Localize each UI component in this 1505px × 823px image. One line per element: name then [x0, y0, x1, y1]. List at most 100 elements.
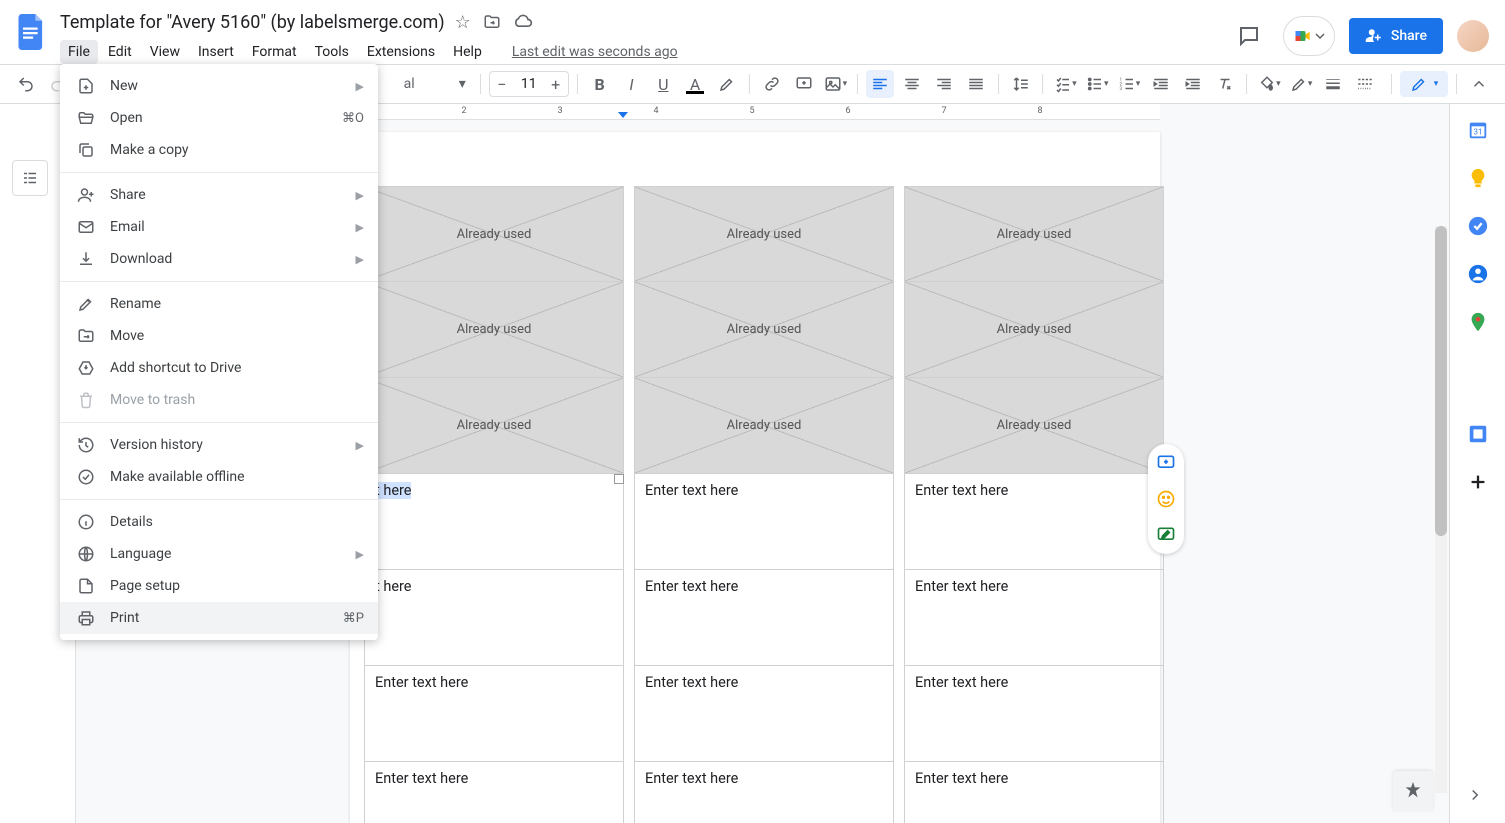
- checklist-icon[interactable]: ▾: [1051, 70, 1079, 98]
- menu-insert[interactable]: Insert: [190, 40, 242, 64]
- label-cell[interactable]: t here: [364, 474, 624, 570]
- addon-app-icon[interactable]: [1466, 422, 1490, 446]
- menu-help[interactable]: Help: [445, 40, 490, 64]
- label-cell[interactable]: Enter text here: [364, 762, 624, 823]
- label-cell[interactable]: Enter text here: [634, 666, 894, 762]
- label-cell[interactable]: Already used: [904, 282, 1164, 378]
- label-cell[interactable]: Enter text here: [904, 570, 1164, 666]
- font-family-dropdown[interactable]: al▾: [398, 70, 472, 98]
- user-avatar[interactable]: [1457, 20, 1489, 52]
- label-cell[interactable]: Enter text here: [904, 474, 1164, 570]
- label-cell[interactable]: Already used: [634, 282, 894, 378]
- bold-icon[interactable]: B: [586, 70, 614, 98]
- last-edit-link[interactable]: Last edit was seconds ago: [512, 44, 678, 60]
- label-cell[interactable]: Already used: [904, 378, 1164, 474]
- star-icon[interactable]: ☆: [455, 12, 471, 33]
- menu-format[interactable]: Format: [244, 40, 305, 64]
- editing-mode-button[interactable]: ▾: [1400, 71, 1449, 97]
- menu-tools[interactable]: Tools: [307, 40, 357, 64]
- explore-button[interactable]: [1393, 771, 1433, 811]
- border-color-icon[interactable]: ▾: [1287, 70, 1315, 98]
- label-cell[interactable]: Already used: [364, 186, 624, 282]
- border-style-icon[interactable]: [1351, 70, 1379, 98]
- text-color-icon[interactable]: A: [681, 70, 709, 98]
- move-folder-icon[interactable]: [483, 13, 501, 31]
- menu-new[interactable]: New▶: [60, 70, 378, 102]
- label-cell[interactable]: Enter text here: [634, 762, 894, 823]
- label-cell[interactable]: Already used: [634, 186, 894, 282]
- menu-rename[interactable]: Rename: [60, 288, 378, 320]
- undo-icon[interactable]: [12, 70, 40, 98]
- menu-make-a-copy[interactable]: Make a copy: [60, 134, 378, 166]
- decrease-indent-icon[interactable]: [1147, 70, 1175, 98]
- label-cell[interactable]: Enter text here: [364, 666, 624, 762]
- label-cell[interactable]: Already used: [364, 378, 624, 474]
- align-center-icon[interactable]: [898, 70, 926, 98]
- label-cell[interactable]: Enter text here: [634, 570, 894, 666]
- outline-toggle-icon[interactable]: [12, 160, 48, 196]
- menu-make-available-offline[interactable]: Make available offline: [60, 461, 378, 493]
- hide-side-panel-icon[interactable]: [1457, 777, 1493, 813]
- menu-language[interactable]: Language▶: [60, 538, 378, 570]
- font-size-decrease[interactable]: −: [490, 72, 514, 96]
- align-justify-icon[interactable]: [962, 70, 990, 98]
- bulleted-list-icon[interactable]: ▾: [1083, 70, 1111, 98]
- increase-indent-icon[interactable]: [1179, 70, 1207, 98]
- docs-logo[interactable]: [12, 12, 52, 52]
- label-cell[interactable]: t here: [364, 570, 624, 666]
- align-right-icon[interactable]: [930, 70, 958, 98]
- line-spacing-icon[interactable]: [1007, 70, 1035, 98]
- numbered-list-icon[interactable]: 123▾: [1115, 70, 1143, 98]
- underline-icon[interactable]: U: [649, 70, 677, 98]
- highlight-icon[interactable]: [713, 70, 741, 98]
- contacts-app-icon[interactable]: [1466, 262, 1490, 286]
- keep-app-icon[interactable]: [1466, 166, 1490, 190]
- label-cell[interactable]: Enter text here: [634, 474, 894, 570]
- insert-image-icon[interactable]: ▾: [822, 70, 850, 98]
- label-cell[interactable]: Already used: [364, 282, 624, 378]
- menu-extensions[interactable]: Extensions: [359, 40, 443, 64]
- get-addons-icon[interactable]: [1466, 470, 1490, 494]
- cell-fill-icon[interactable]: ▾: [1255, 70, 1283, 98]
- maps-app-icon[interactable]: [1466, 310, 1490, 334]
- menu-move[interactable]: Move: [60, 320, 378, 352]
- label-cell[interactable]: Already used: [634, 378, 894, 474]
- doc-title[interactable]: Template for "Avery 5160" (by labelsmerg…: [60, 12, 445, 33]
- label-cell[interactable]: Enter text here: [904, 762, 1164, 823]
- comments-history-icon[interactable]: [1229, 16, 1269, 56]
- cell-resize-handle[interactable]: [614, 474, 624, 484]
- font-size-increase[interactable]: +: [544, 72, 568, 96]
- cloud-status-icon[interactable]: [513, 14, 533, 30]
- menu-email[interactable]: Email▶: [60, 211, 378, 243]
- font-size-input[interactable]: [514, 76, 544, 92]
- menu-details[interactable]: Details: [60, 506, 378, 538]
- align-left-icon[interactable]: [866, 70, 894, 98]
- border-width-icon[interactable]: [1319, 70, 1347, 98]
- italic-icon[interactable]: I: [618, 70, 646, 98]
- menu-version-history[interactable]: Version history▶: [60, 429, 378, 461]
- menu-edit[interactable]: Edit: [100, 40, 140, 64]
- insert-link-icon[interactable]: [758, 70, 786, 98]
- menu-print[interactable]: Print⌘P: [60, 602, 378, 634]
- menu-download[interactable]: Download▶: [60, 243, 378, 275]
- meet-button[interactable]: [1283, 16, 1335, 56]
- menu-open[interactable]: Open⌘O: [60, 102, 378, 134]
- share-button[interactable]: Share: [1349, 18, 1443, 54]
- menu-view[interactable]: View: [142, 40, 188, 64]
- add-comment-bubble-icon[interactable]: [1155, 452, 1177, 474]
- calendar-app-icon[interactable]: 31: [1466, 118, 1490, 142]
- tasks-app-icon[interactable]: [1466, 214, 1490, 238]
- menu-file[interactable]: File: [60, 40, 98, 64]
- horizontal-ruler[interactable]: 12345678: [350, 104, 1160, 120]
- label-cell[interactable]: Enter text here: [904, 666, 1164, 762]
- clear-formatting-icon[interactable]: [1211, 70, 1239, 98]
- vertical-scrollbar[interactable]: [1435, 226, 1447, 793]
- emoji-reaction-icon[interactable]: [1155, 488, 1177, 510]
- ruler-indent-marker[interactable]: [618, 112, 628, 118]
- document-page[interactable]: Already usedAlready usedAlready usedAlre…: [350, 132, 1160, 823]
- menu-share[interactable]: Share▶: [60, 179, 378, 211]
- menu-page-setup[interactable]: Page setup: [60, 570, 378, 602]
- label-cell[interactable]: Already used: [904, 186, 1164, 282]
- add-comment-icon[interactable]: [790, 70, 818, 98]
- suggest-edit-icon[interactable]: [1155, 524, 1177, 546]
